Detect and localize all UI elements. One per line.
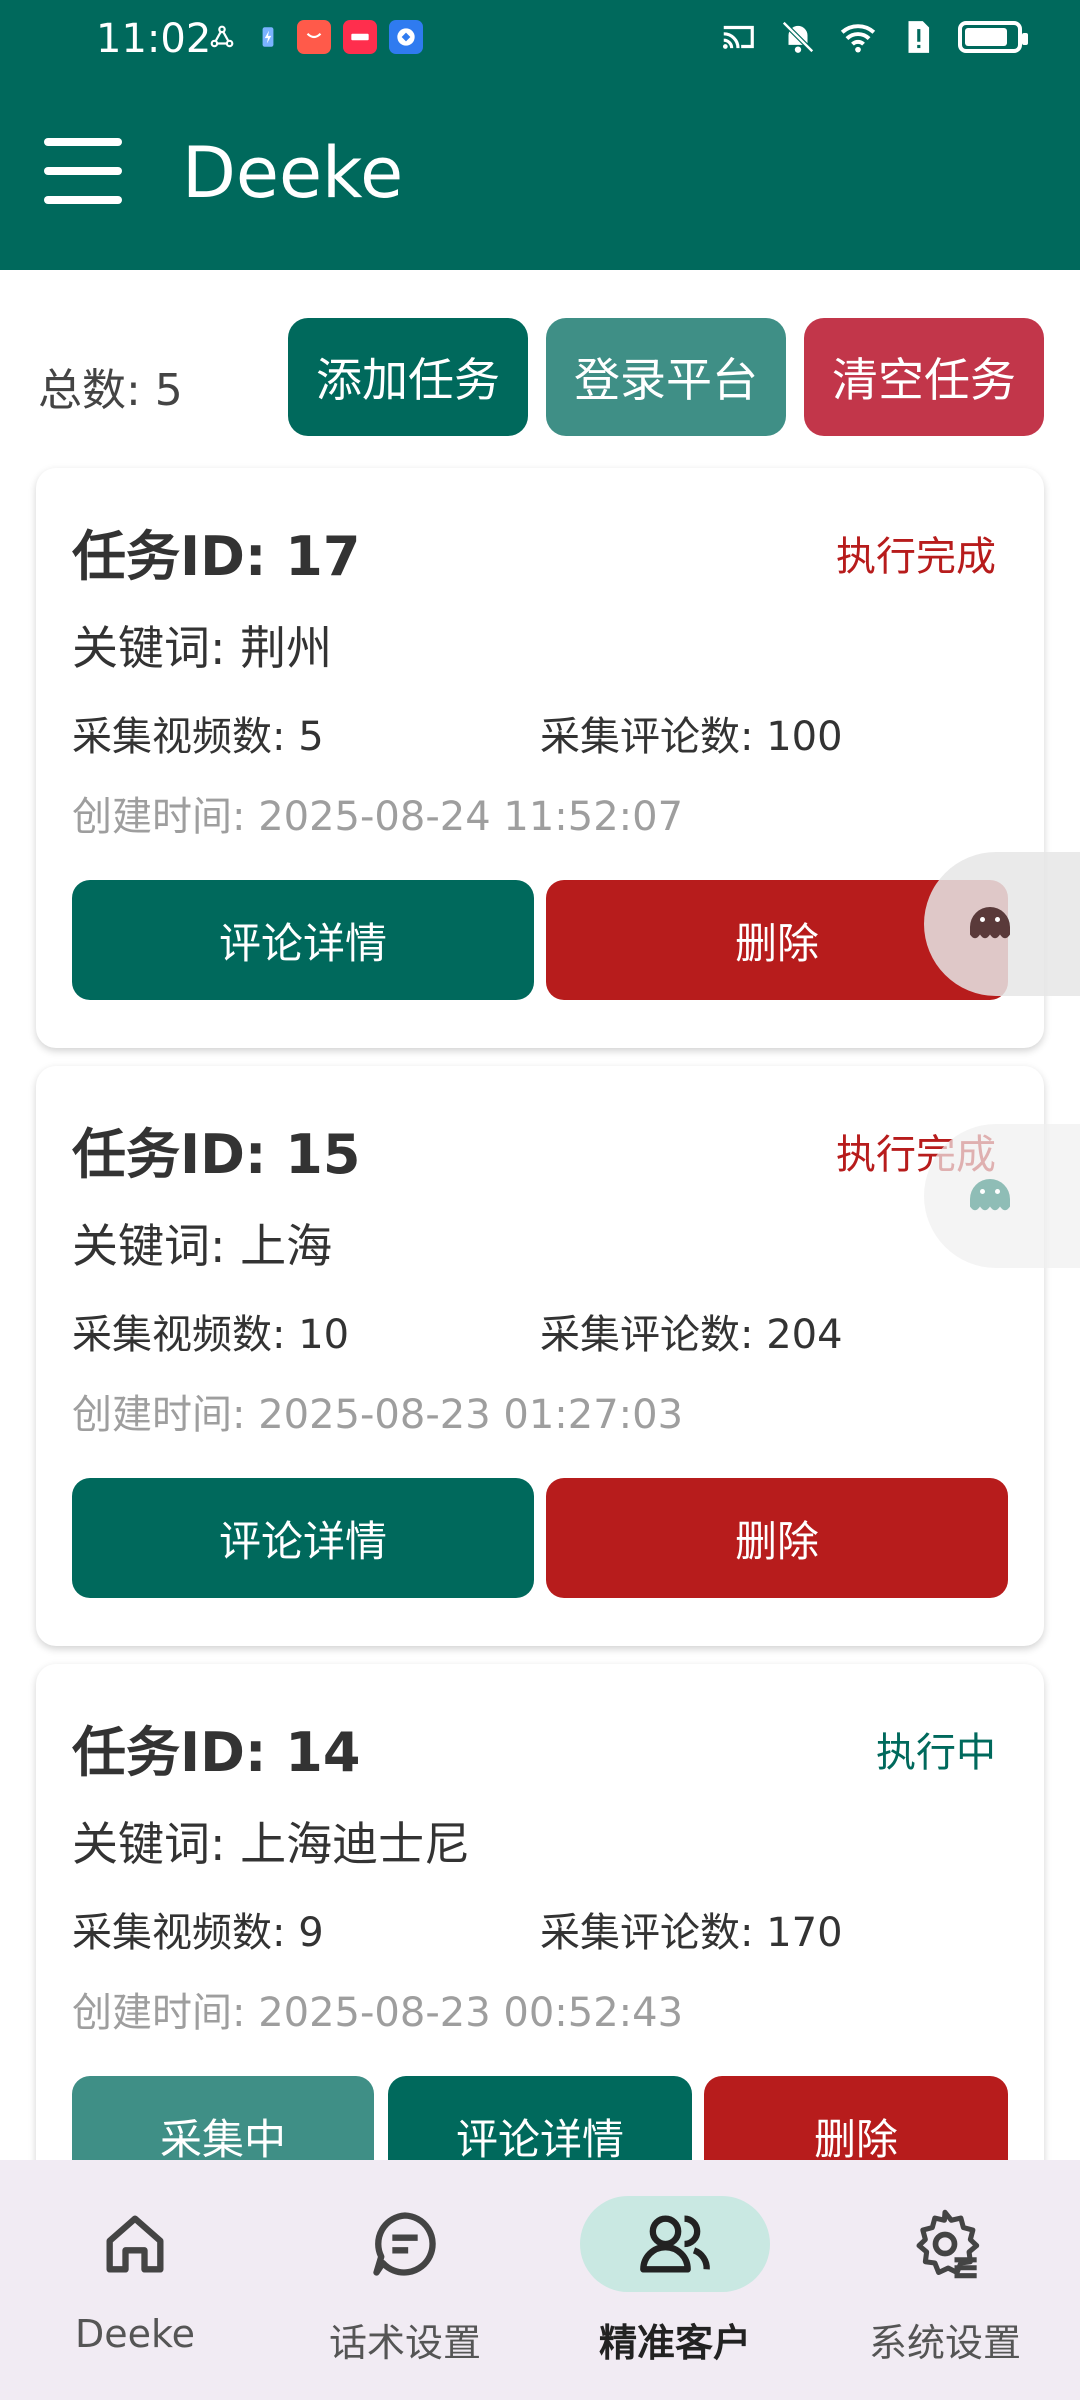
add-task-button[interactable]: 添加任务 — [288, 318, 528, 436]
nav-item-home[interactable]: Deeke — [0, 2160, 270, 2400]
created-time: 创建时间: 2025-08-23 00:52:43 — [72, 1990, 684, 2036]
nav-icon-container — [580, 2196, 770, 2292]
task-card: 任务ID: 15 执行完成 关键词: 上海 采集视频数: 10 采集评论数: 2… — [36, 1066, 1044, 1646]
task-id: 任务ID: 15 — [72, 1123, 361, 1186]
system-icons — [718, 18, 1028, 56]
comment-detail-button[interactable]: 评论详情 — [388, 2076, 692, 2160]
nav-label: Deeke — [74, 2312, 196, 2356]
nav-item-scripts[interactable]: 话术设置 — [270, 2160, 540, 2400]
nav-icon-container — [40, 2196, 230, 2292]
charging-icon — [251, 20, 285, 54]
nav-item-customers[interactable]: 精准客户 — [540, 2160, 810, 2400]
battery-icon — [958, 21, 1028, 53]
nav-icon-container — [310, 2196, 500, 2292]
total-count: 总数: 5 — [38, 365, 183, 416]
status-time: 11:02 — [96, 16, 212, 62]
floating-assistant[interactable] — [924, 1124, 1080, 1268]
nav-label: 话术设置 — [328, 2321, 481, 2365]
created-time: 创建时间: 2025-08-24 11:52:07 — [72, 794, 684, 840]
cast-icon — [722, 25, 754, 49]
task-keyword: 关键词: 荆州 — [72, 621, 333, 675]
xiaohongshu-app-icon — [343, 20, 377, 54]
bottom-navigation: Deeke 话术设置 精准客户 系统设置 — [0, 2160, 1080, 2400]
nav-label: 系统设置 — [868, 2321, 1021, 2365]
video-count: 采集视频数: 9 — [72, 1910, 324, 1956]
menu-icon[interactable] — [44, 138, 122, 204]
users-icon — [640, 2215, 710, 2273]
comment-count: 采集评论数: 170 — [540, 1910, 843, 1956]
nav-label: 精准客户 — [598, 2321, 751, 2365]
floating-assistant[interactable] — [924, 852, 1080, 996]
delete-button[interactable]: 删除 — [546, 1478, 1008, 1598]
login-platform-button[interactable]: 登录平台 — [546, 318, 786, 436]
settings-icon — [916, 2209, 980, 2279]
comment-detail-button[interactable]: 评论详情 — [72, 880, 534, 1000]
sim-alert-icon — [908, 21, 930, 53]
task-id: 任务ID: 17 — [72, 525, 361, 588]
created-time: 创建时间: 2025-08-23 01:27:03 — [72, 1392, 684, 1438]
task-toolbar: 总数: 5 添加任务 登录平台 清空任务 — [0, 270, 1080, 460]
comment-count: 采集评论数: 100 — [540, 714, 843, 760]
app-bar: Deeke — [0, 80, 1080, 270]
battery-level — [965, 28, 1007, 46]
app-title: Deeke — [182, 132, 404, 214]
browser-app-icon — [389, 20, 423, 54]
video-count: 采集视频数: 5 — [72, 714, 324, 760]
chat-icon — [373, 2212, 436, 2276]
collecting-button[interactable]: 采集中 — [72, 2076, 374, 2160]
mute-icon — [782, 21, 814, 53]
notification-icons — [205, 20, 423, 54]
delete-button[interactable]: 删除 — [704, 2076, 1008, 2160]
octopus-icon — [970, 1179, 1010, 1211]
comment-count: 采集评论数: 204 — [540, 1312, 843, 1358]
task-card: 任务ID: 14 执行中 关键词: 上海迪士尼 采集视频数: 9 采集评论数: … — [36, 1664, 1044, 2160]
top-bar: 11:02 Deeke — [0, 0, 1080, 270]
nav-icon-container — [850, 2196, 1040, 2292]
task-list[interactable]: 任务ID: 17 执行完成 关键词: 荆州 采集视频数: 5 采集评论数: 10… — [0, 460, 1080, 2160]
task-status: 执行中 — [876, 1730, 996, 1776]
nav-item-settings[interactable]: 系统设置 — [810, 2160, 1080, 2400]
wifi-icon — [840, 24, 876, 53]
task-id: 任务ID: 14 — [72, 1721, 361, 1784]
clear-tasks-button[interactable]: 清空任务 — [804, 318, 1044, 436]
status-bar: 11:02 — [0, 0, 1080, 78]
octopus-icon — [970, 907, 1010, 939]
task-card: 任务ID: 17 执行完成 关键词: 荆州 采集视频数: 5 采集评论数: 10… — [36, 468, 1044, 1048]
task-keyword: 关键词: 上海迪士尼 — [72, 1817, 471, 1871]
shop-app-icon — [297, 20, 331, 54]
share-icon — [205, 20, 239, 54]
task-status: 执行完成 — [836, 534, 996, 580]
task-keyword: 关键词: 上海 — [72, 1219, 333, 1273]
home-icon — [106, 2215, 164, 2273]
comment-detail-button[interactable]: 评论详情 — [72, 1478, 534, 1598]
video-count: 采集视频数: 10 — [72, 1312, 350, 1358]
